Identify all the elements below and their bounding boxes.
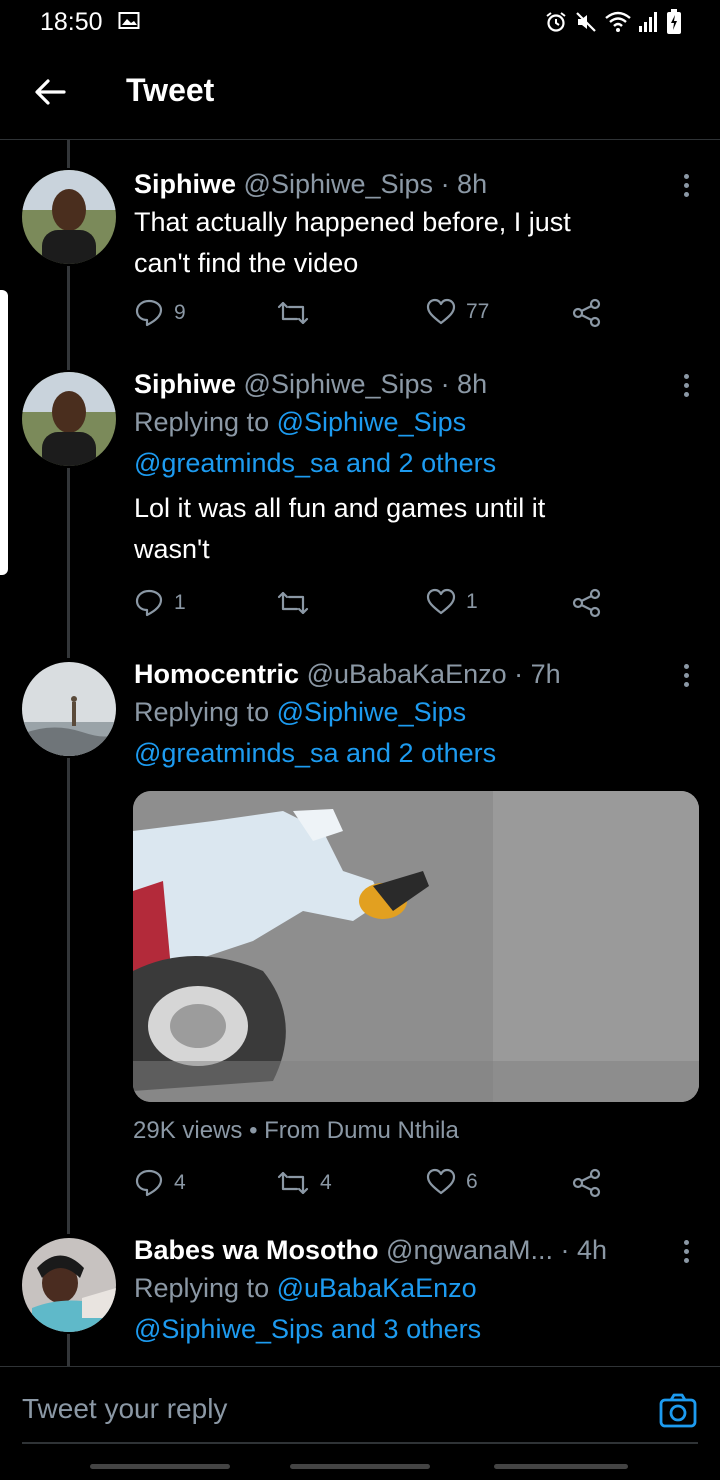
tweet[interactable]: Siphiwe @Siphiwe_Sips · 8h That actually… [0, 160, 720, 360]
more-icon[interactable] [680, 372, 692, 402]
replying-to: Replying to @Siphiwe_Sips [134, 697, 467, 727]
avatar[interactable] [22, 372, 116, 466]
battery-icon [667, 9, 681, 34]
reply-button[interactable]: 4 [134, 1168, 186, 1198]
tweet-time: · 8h [440, 169, 488, 199]
top-bar: Tweet [0, 44, 720, 140]
video-thumbnail[interactable] [133, 791, 699, 1102]
more-icon[interactable] [680, 1238, 692, 1268]
avatar[interactable] [22, 170, 116, 264]
nav-back[interactable] [494, 1464, 628, 1469]
retweet-button[interactable] [276, 298, 320, 328]
status-time: 18:50 [40, 8, 103, 36]
retweet-icon [277, 301, 309, 325]
author-name[interactable]: Homocentric [134, 659, 299, 689]
like-button[interactable]: 77 [426, 298, 489, 326]
reply-count: 1 [174, 591, 186, 614]
status-bar: 18:50 [0, 0, 720, 44]
more-icon[interactable] [680, 172, 692, 202]
mention-link[interactable]: @Siphiwe_Sips [277, 407, 467, 437]
share-button[interactable] [572, 588, 602, 618]
camera-icon[interactable] [658, 1391, 698, 1431]
alarm-icon [546, 12, 566, 32]
system-nav-bar [0, 1450, 720, 1480]
edge-panel-handle[interactable] [0, 290, 8, 575]
like-icon [426, 1168, 456, 1195]
share-icon [572, 298, 601, 328]
more-icon[interactable] [680, 662, 692, 692]
avatar[interactable] [22, 662, 116, 756]
author-name[interactable]: Babes wa Mosotho [134, 1235, 379, 1265]
reply-input[interactable]: Tweet your reply [22, 1393, 227, 1425]
author-handle[interactable]: @ngwanaM... [386, 1235, 553, 1265]
back-arrow-icon[interactable] [30, 72, 70, 112]
replying-to: Replying to @uBabaKaEnzo [134, 1273, 477, 1303]
like-count: 6 [466, 1170, 478, 1193]
share-icon [572, 588, 601, 618]
reply-count: 9 [174, 301, 186, 324]
share-button[interactable] [572, 1168, 602, 1198]
tweet[interactable]: Babes wa Mosotho @ngwanaM... · 4h Replyi… [0, 1228, 720, 1368]
status-icons [544, 9, 682, 35]
reply-icon [135, 589, 163, 617]
reply-icon [135, 299, 163, 327]
mention-others-link[interactable]: @Siphiwe_Sips and 3 others [134, 1309, 694, 1350]
share-button[interactable] [572, 298, 602, 328]
reply-composer[interactable]: Tweet your reply [0, 1366, 720, 1448]
tweet-text-line: wasn't [134, 534, 210, 564]
tweet-text-line: can't find the video [134, 248, 359, 278]
mention-link[interactable]: @uBabaKaEnzo [277, 1273, 477, 1303]
view-count: 29K views [133, 1117, 243, 1144]
tweet[interactable]: Siphiwe @Siphiwe_Sips · 8h Replying to @… [0, 362, 720, 652]
page-title: Tweet [126, 72, 215, 108]
tweet-time: · 7h [514, 659, 561, 689]
share-icon [572, 1168, 601, 1198]
mention-others-link[interactable]: @greatminds_sa and 2 others [134, 733, 694, 774]
tweet-time: · 4h [560, 1235, 608, 1265]
reply-button[interactable]: 9 [134, 298, 186, 328]
like-button[interactable]: 6 [426, 1168, 478, 1196]
reply-icon [135, 1169, 163, 1197]
author-name[interactable]: Siphiwe [134, 369, 236, 399]
author-name[interactable]: Siphiwe [134, 169, 236, 199]
nav-recents[interactable] [90, 1464, 230, 1469]
mention-others-link[interactable]: @greatminds_sa and 2 others [134, 443, 694, 484]
mute-icon [576, 12, 596, 32]
tweet-text-line: Lol it was all fun and games until it [134, 493, 546, 523]
retweet-button[interactable] [276, 588, 320, 618]
retweet-icon [277, 591, 309, 615]
tweet-text-line: That actually happened before, I just [134, 207, 571, 237]
like-button[interactable]: 1 [426, 588, 478, 616]
retweet-icon [277, 1171, 309, 1195]
author-handle[interactable]: @uBabaKaEnzo [307, 659, 507, 689]
gallery-icon [118, 12, 140, 29]
nav-home[interactable] [290, 1464, 430, 1469]
like-count: 1 [466, 590, 478, 613]
like-icon [426, 588, 456, 615]
author-handle[interactable]: @Siphiwe_Sips [244, 169, 434, 199]
like-icon [426, 298, 456, 325]
media-meta: 29K views • From Dumu Nthila [133, 1117, 459, 1144]
tweet-time: · 8h [440, 369, 488, 399]
signal-icon [639, 12, 657, 32]
reply-count: 4 [174, 1171, 186, 1194]
reply-button[interactable]: 1 [134, 588, 186, 618]
retweet-button[interactable]: 4 [276, 1168, 332, 1198]
wifi-icon [605, 11, 631, 32]
media-source[interactable]: From Dumu Nthila [264, 1117, 459, 1144]
mention-link[interactable]: @Siphiwe_Sips [277, 697, 467, 727]
like-count: 77 [466, 300, 490, 323]
author-handle[interactable]: @Siphiwe_Sips [244, 369, 434, 399]
retweet-count: 4 [320, 1171, 332, 1194]
replying-to: Replying to @Siphiwe_Sips [134, 407, 467, 437]
composer-underline [22, 1442, 698, 1444]
avatar[interactable] [22, 1238, 116, 1332]
